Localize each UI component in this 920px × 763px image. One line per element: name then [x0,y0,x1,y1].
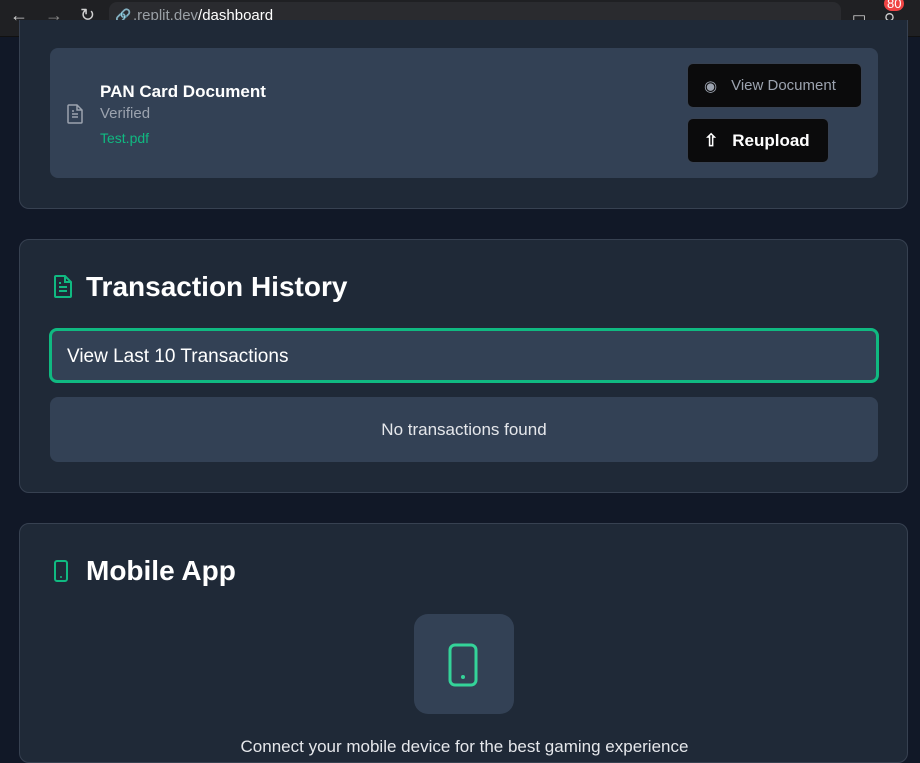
document-title: PAN Card Document [100,82,266,101]
document-card: PAN Card Document Verified Test.pdf ◉ Vie… [19,20,908,209]
transactions-filter-select[interactable]: View Last 10 Transactions [49,328,879,383]
document-file-link[interactable]: Test.pdf [100,130,149,146]
reupload-label: Reupload [732,130,810,150]
file-text-icon [67,104,83,124]
section-title: Mobile App [86,555,236,586]
transaction-history-card: Transaction History View Last 10 Transac… [19,239,908,493]
empty-state: No transactions found [50,397,878,462]
document-row: PAN Card Document Verified Test.pdf ◉ Vie… [50,48,878,178]
mobile-description: Connect your mobile device for the best … [240,737,689,756]
section-title: Transaction History [86,271,348,302]
notification-badge: 80 [884,0,905,11]
view-document-label: View Document [731,77,836,94]
upload-icon: ⇧ [704,130,719,150]
reupload-button[interactable]: ⇧ Reupload [687,118,829,163]
smartphone-icon [54,560,68,582]
mobile-app-card: Mobile App Connect your mobile device fo… [19,523,908,763]
phone-icon-tile [414,614,514,714]
smartphone-icon [448,643,478,687]
document-status: Verified [100,105,151,122]
file-text-icon [54,275,72,298]
eye-icon: ◉ [704,77,718,95]
view-document-button[interactable]: ◉ View Document [687,63,862,108]
